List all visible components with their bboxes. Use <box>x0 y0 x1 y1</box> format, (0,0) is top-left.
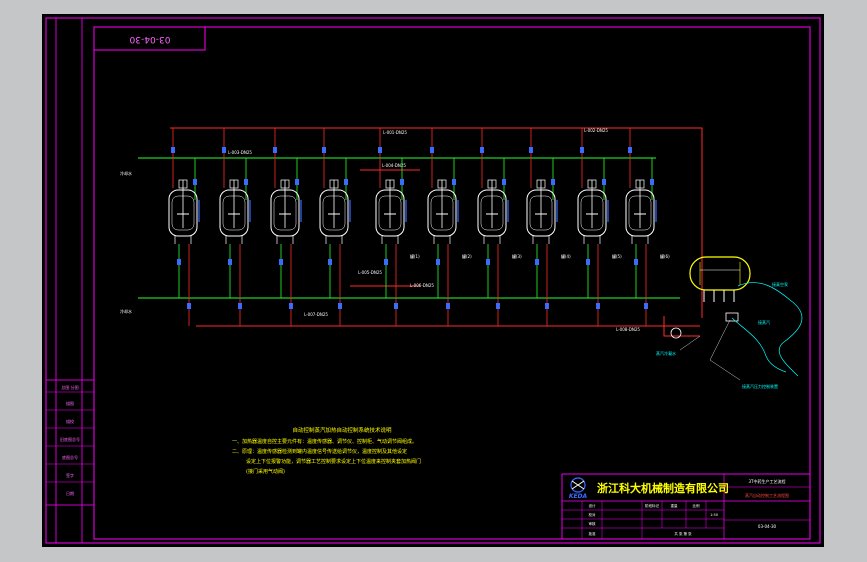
valve-icon <box>486 259 490 265</box>
pipe-label: L-008-DN25 <box>616 327 640 332</box>
valve-icon <box>551 179 555 185</box>
steam-receiver <box>689 256 751 322</box>
pipe-label: L-005-DN25 <box>358 270 382 275</box>
valve-icon <box>384 259 388 265</box>
pipe-label: L-007-DN25 <box>304 312 328 317</box>
side-row: 签字 <box>66 472 74 478</box>
valve-icon <box>586 259 590 265</box>
tank-label: 罐(5) <box>612 253 622 259</box>
valve-icon <box>436 259 440 265</box>
process-flow-diagram: 03-04-30 总图 分图 描图 描校 旧底图总号 底图总号 签字 日期 L-… <box>45 17 821 544</box>
instrument-wiring <box>679 282 803 381</box>
pipe-label: 冷却水 <box>120 170 132 176</box>
side-row: 描校 <box>66 418 74 424</box>
tb-cell: 共 张 第 张 <box>674 531 692 536</box>
pipe-label: L-002-DN25 <box>584 128 608 133</box>
company-name: 浙江科大机械制造有限公司 <box>597 481 729 495</box>
pipe-label: L-003-DN25 <box>228 150 252 155</box>
notes-line: 一、加热器温度自控主要元件有：温度传感器、调节仪、控制柜、气动调节阀组成。 <box>232 438 417 445</box>
drawing-number-stamp: 03-04-30 <box>129 34 170 44</box>
valve-icon <box>496 303 500 309</box>
valve-icon <box>602 179 606 185</box>
valve-icon <box>328 259 332 265</box>
pipe-label: L-004-DN25 <box>382 163 406 168</box>
tank-label: 罐(4) <box>561 253 571 259</box>
side-row: 日期 <box>66 490 74 496</box>
pipe-network <box>138 127 703 337</box>
valve-icon <box>650 179 654 185</box>
tank-label: 罐(6) <box>660 253 670 259</box>
valve-icon <box>502 179 506 185</box>
side-table: 总图 分图 描图 描校 旧底图总号 底图总号 签字 日期 <box>45 379 95 506</box>
valve-icon <box>244 179 248 185</box>
valve-icon <box>628 147 632 153</box>
annotation: 接真空泵 <box>772 281 788 287</box>
tb-cell: 设计 <box>589 503 597 508</box>
tank-label: 罐(2) <box>462 253 472 259</box>
annotation: 接蒸汽压力控制装置 <box>742 383 778 389</box>
tb-cell: 批准 <box>589 531 597 536</box>
side-row: 旧底图总号 <box>60 436 80 442</box>
valve-icon <box>452 179 456 185</box>
valve-icon <box>378 147 382 153</box>
valve-icon <box>596 303 600 309</box>
valve-icon <box>344 179 348 185</box>
side-row: 底图总号 <box>62 454 78 460</box>
tank-label: 罐(1) <box>410 253 420 259</box>
valve-icon <box>480 147 484 153</box>
logo-text: KEDA <box>569 493 588 500</box>
valve-icon <box>279 259 283 265</box>
tb-cell: 审核 <box>589 521 597 526</box>
notes-line: 设定上下位报警功能，调节器工艺控制要求设定上下位温度来控制夹套加热阀门 <box>246 458 421 465</box>
tank-label: 罐(3) <box>512 253 522 259</box>
valve-icon <box>644 303 648 309</box>
drawing-name: 蒸汽自动控制工艺流程图 <box>745 492 789 498</box>
valve-icon <box>400 179 404 185</box>
project-name: 3T中药生产工艺流程 <box>749 478 786 484</box>
valve-icon <box>430 147 434 153</box>
valve-icon <box>222 147 226 153</box>
valve-icon <box>289 303 293 309</box>
valve-icon <box>273 147 277 153</box>
valve-icon <box>171 147 175 153</box>
title-block: KEDA 浙江科大机械制造有限公司 3T中药生产工艺流程 蒸汽自动控制工艺流程图… <box>561 473 811 540</box>
valve-icon <box>228 259 232 265</box>
valve-icon <box>187 303 191 309</box>
pipe-label: L-001-DN25 <box>383 130 407 135</box>
valve-icon <box>322 147 326 153</box>
side-row: 总图 分图 <box>61 384 78 390</box>
outer-frame <box>45 17 821 544</box>
annotation: 接蒸汽 <box>758 319 770 325</box>
notes-title: 自动控制蒸汽加热自动控制系统技术说明 <box>292 426 392 434</box>
valve-icon <box>535 259 539 265</box>
tb-cell: 重量 <box>671 503 679 508</box>
valve-icon <box>446 303 450 309</box>
tb-cell: 比例 <box>693 503 701 508</box>
valve-icon <box>193 179 197 185</box>
tb-cell: 阶段标记 <box>645 503 659 508</box>
notes-line: (接门采用气动阀) <box>246 468 285 475</box>
drawing-number: 03-04-30 <box>758 524 777 529</box>
valve-icon <box>238 303 242 309</box>
tb-cell: 校对 <box>589 512 597 517</box>
pipe-label: L-006-DN25 <box>410 283 434 288</box>
scale: 1:50 <box>710 513 718 517</box>
inner-frame <box>93 26 811 540</box>
valve-icon <box>634 259 638 265</box>
valve-icon <box>580 147 584 153</box>
valve-icon <box>177 259 181 265</box>
pipe-label: 冷却水 <box>120 308 132 314</box>
valve-icon <box>545 303 549 309</box>
valve-icon <box>394 303 398 309</box>
valve-icon <box>338 303 342 309</box>
technical-notes: 自动控制蒸汽加热自动控制系统技术说明 一、加热器温度自控主要元件有：温度传感器、… <box>232 426 421 475</box>
pipe-label: 蒸汽冷凝水 <box>656 350 676 356</box>
notes-line: 二、原理：温度传感器检测到罐内温度信号传送给调节仪，温度控制及其他设定 <box>232 448 407 455</box>
valve-icon <box>529 147 533 153</box>
valve-icon <box>295 179 299 185</box>
steam-header <box>170 127 703 318</box>
side-row: 描图 <box>66 400 74 406</box>
